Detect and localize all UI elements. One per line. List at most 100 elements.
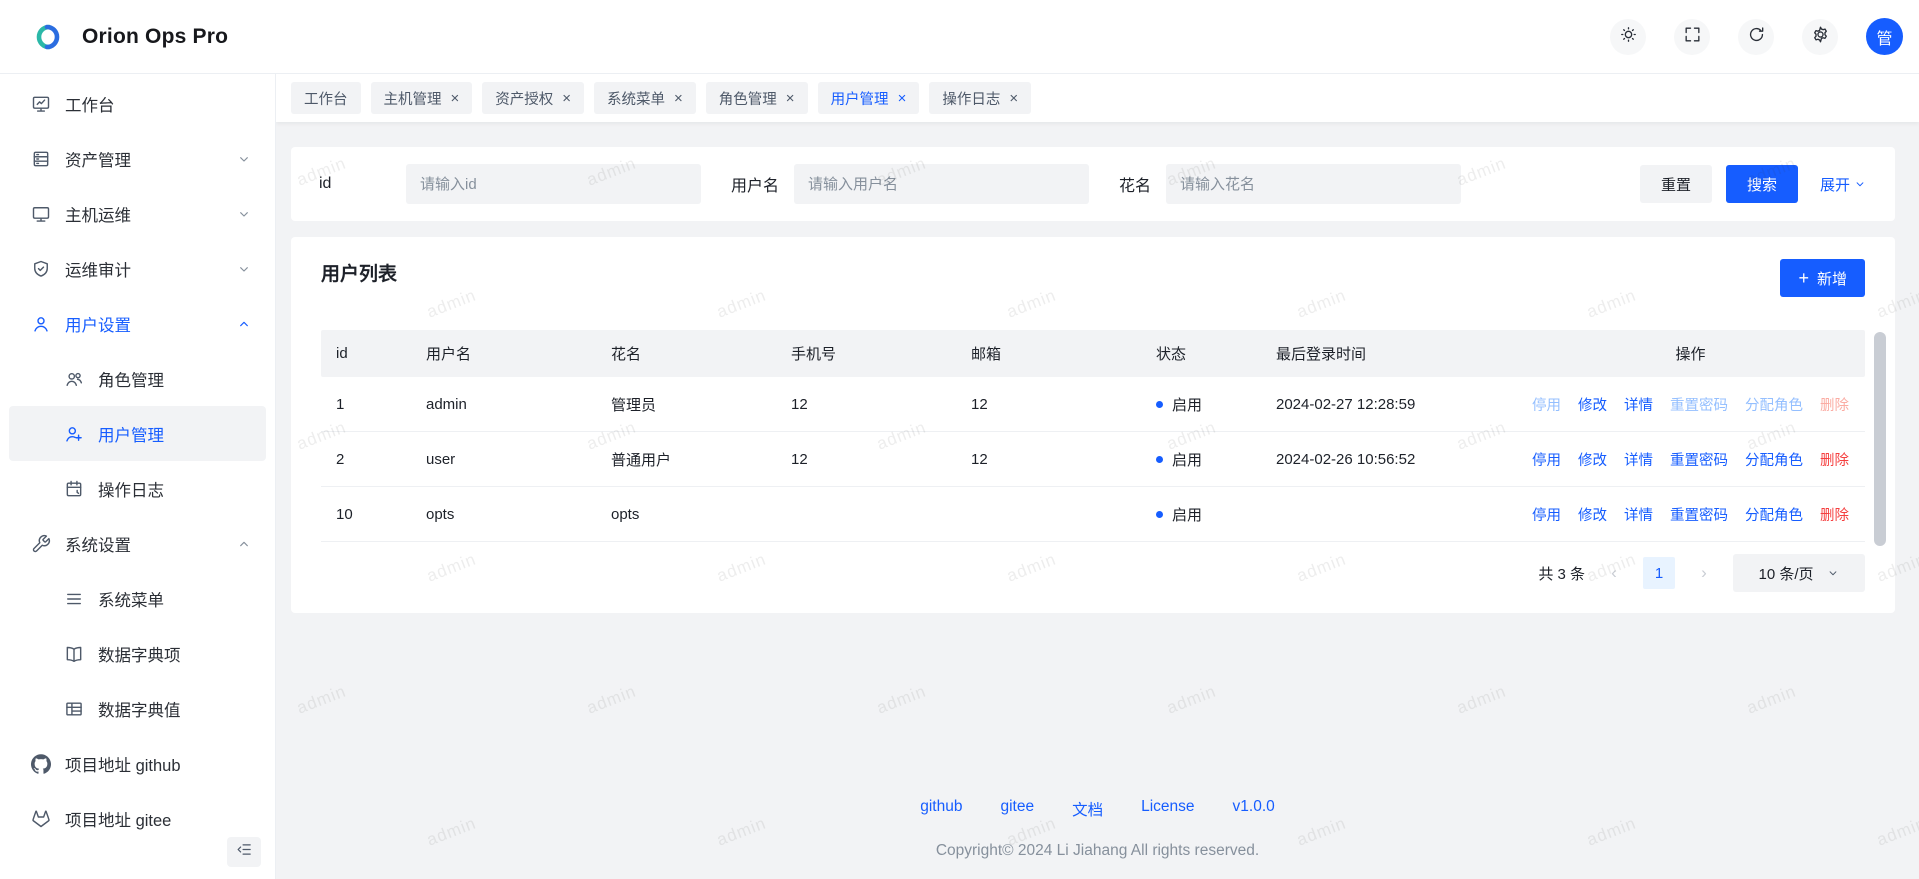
team-icon: [64, 369, 84, 389]
search-input-nickname[interactable]: [1166, 164, 1461, 204]
user-icon: [31, 314, 51, 334]
action-reset-password[interactable]: 重置密码: [1670, 504, 1728, 525]
watermark-text: admin: [1164, 681, 1219, 718]
footer-link-gitee[interactable]: gitee: [1000, 798, 1034, 820]
action-edit[interactable]: 修改: [1578, 504, 1607, 525]
footer-link-docs[interactable]: 文档: [1072, 798, 1103, 820]
book-icon: [64, 644, 84, 664]
field-label: 花名: [1119, 172, 1151, 196]
status-label: 启用: [1172, 394, 1202, 415]
sidebar-item-operation-log[interactable]: 操作日志: [9, 461, 266, 516]
sidebar-item-workbench[interactable]: 工作台: [9, 76, 266, 131]
search-button[interactable]: 搜索: [1726, 165, 1798, 203]
sidebar-item-host-ops[interactable]: 主机运维: [9, 186, 266, 241]
tab-label: 主机管理: [384, 88, 442, 109]
table-scrollbar[interactable]: [1874, 332, 1886, 546]
avatar[interactable]: 管: [1866, 18, 1903, 55]
action-disable[interactable]: 停用: [1532, 504, 1561, 525]
sidebar-item-role-management[interactable]: 角色管理: [9, 351, 266, 406]
close-tab-icon[interactable]: ×: [674, 91, 683, 106]
gitee-icon: [31, 809, 51, 829]
watermark-text: admin: [1744, 681, 1799, 718]
main: 工作台主机管理×资产授权×系统菜单×角色管理×用户管理×操作日志× id用户名花…: [276, 74, 1919, 879]
github-icon: [31, 754, 51, 774]
action-assign-role[interactable]: 分配角色: [1745, 449, 1803, 470]
tab-host-management[interactable]: 主机管理 ×: [371, 82, 473, 114]
action-edit[interactable]: 修改: [1578, 449, 1607, 470]
action-detail[interactable]: 详情: [1624, 504, 1653, 525]
action-reset-password[interactable]: 重置密码: [1670, 394, 1728, 415]
sidebar-item-label: 系统设置: [65, 532, 131, 556]
cell-username: admin: [411, 396, 596, 413]
close-tab-icon[interactable]: ×: [898, 91, 907, 106]
sidebar-item-system-menu[interactable]: 系统菜单: [9, 571, 266, 626]
close-tab-icon[interactable]: ×: [1009, 91, 1018, 106]
pagination-prev-button[interactable]: ‹: [1607, 563, 1621, 583]
tab-label: 工作台: [304, 88, 348, 109]
pagination-page-1[interactable]: 1: [1643, 557, 1675, 589]
sidebar-item-label: 资产管理: [65, 147, 131, 171]
close-tab-icon[interactable]: ×: [786, 91, 795, 106]
page-size-select[interactable]: 10 条/页: [1733, 554, 1865, 592]
action-delete[interactable]: 删除: [1820, 504, 1849, 525]
fullscreen-icon: [1683, 25, 1702, 49]
chevron-down-icon: [236, 261, 252, 277]
sidebar-item-user-settings[interactable]: 用户设置: [9, 296, 266, 351]
dashboard-icon: [31, 94, 51, 114]
tab-user-management[interactable]: 用户管理×: [818, 82, 920, 114]
cell-email: 12: [956, 396, 1141, 413]
settings-button[interactable]: [1802, 19, 1838, 55]
sidebar-item-asset-management[interactable]: 资产管理: [9, 131, 266, 186]
action-detail[interactable]: 详情: [1624, 449, 1653, 470]
sidebar-collapse-button[interactable]: [227, 837, 261, 867]
action-edit[interactable]: 修改: [1578, 394, 1607, 415]
footer-link-license[interactable]: License: [1141, 798, 1194, 820]
menu-fold-icon: [236, 841, 253, 863]
theme-button[interactable]: [1610, 19, 1646, 55]
action-assign-role[interactable]: 分配角色: [1745, 394, 1803, 415]
column-header-6: 最后登录时间: [1261, 343, 1516, 364]
reset-button[interactable]: 重置: [1640, 165, 1712, 203]
refresh-button[interactable]: [1738, 19, 1774, 55]
tab-system-menu[interactable]: 系统菜单×: [594, 82, 696, 114]
action-delete[interactable]: 删除: [1820, 449, 1849, 470]
sidebar-item-github[interactable]: 项目地址 github: [9, 736, 266, 791]
cell-email: 12: [956, 451, 1141, 468]
action-detail[interactable]: 详情: [1624, 394, 1653, 415]
table-title: 用户列表: [321, 259, 397, 286]
pagination-next-button[interactable]: ›: [1697, 563, 1711, 583]
footer-link-version[interactable]: v1.0.0: [1233, 798, 1275, 820]
close-tab-icon[interactable]: ×: [562, 91, 571, 106]
status-label: 启用: [1172, 449, 1202, 470]
cell-last-login: 2024-02-27 12:28:59: [1261, 396, 1516, 413]
table-row: 1admin管理员1212启用2024-02-27 12:28:59停用修改详情…: [321, 377, 1865, 432]
sidebar-item-system-settings[interactable]: 系统设置: [9, 516, 266, 571]
sidebar-item-dict-value[interactable]: 数据字典值: [9, 681, 266, 736]
action-reset-password[interactable]: 重置密码: [1670, 449, 1728, 470]
tab-operation-log[interactable]: 操作日志×: [929, 82, 1031, 114]
sidebar-item-label: 系统菜单: [98, 587, 164, 611]
action-assign-role[interactable]: 分配角色: [1745, 504, 1803, 525]
footer-link-github[interactable]: github: [920, 798, 962, 820]
tab-workbench[interactable]: 工作台: [291, 82, 361, 114]
sidebar-item-dict-key[interactable]: 数据字典项: [9, 626, 266, 681]
add-user-button[interactable]: + 新增: [1780, 259, 1865, 297]
tab-asset-authorization[interactable]: 资产授权×: [482, 82, 584, 114]
search-actions: 重置 搜索 展开: [1640, 165, 1867, 203]
action-disable[interactable]: 停用: [1532, 394, 1561, 415]
server-icon: [31, 149, 51, 169]
search-input-id[interactable]: [406, 164, 701, 204]
wrench-icon: [31, 534, 51, 554]
action-delete[interactable]: 删除: [1820, 394, 1849, 415]
sidebar-item-label: 项目地址 gitee: [65, 807, 171, 831]
search-input-username[interactable]: [794, 164, 1089, 204]
expand-toggle[interactable]: 展开: [1820, 174, 1867, 195]
field-label: 用户名: [731, 172, 779, 196]
action-disable[interactable]: 停用: [1532, 449, 1561, 470]
fullscreen-button[interactable]: [1674, 19, 1710, 55]
sidebar-item-label: 主机运维: [65, 202, 131, 226]
tab-role-management[interactable]: 角色管理×: [706, 82, 808, 114]
sidebar-item-ops-audit[interactable]: 运维审计: [9, 241, 266, 296]
close-tab-icon[interactable]: ×: [451, 91, 460, 106]
sidebar-item-user-management[interactable]: 用户管理: [9, 406, 266, 461]
